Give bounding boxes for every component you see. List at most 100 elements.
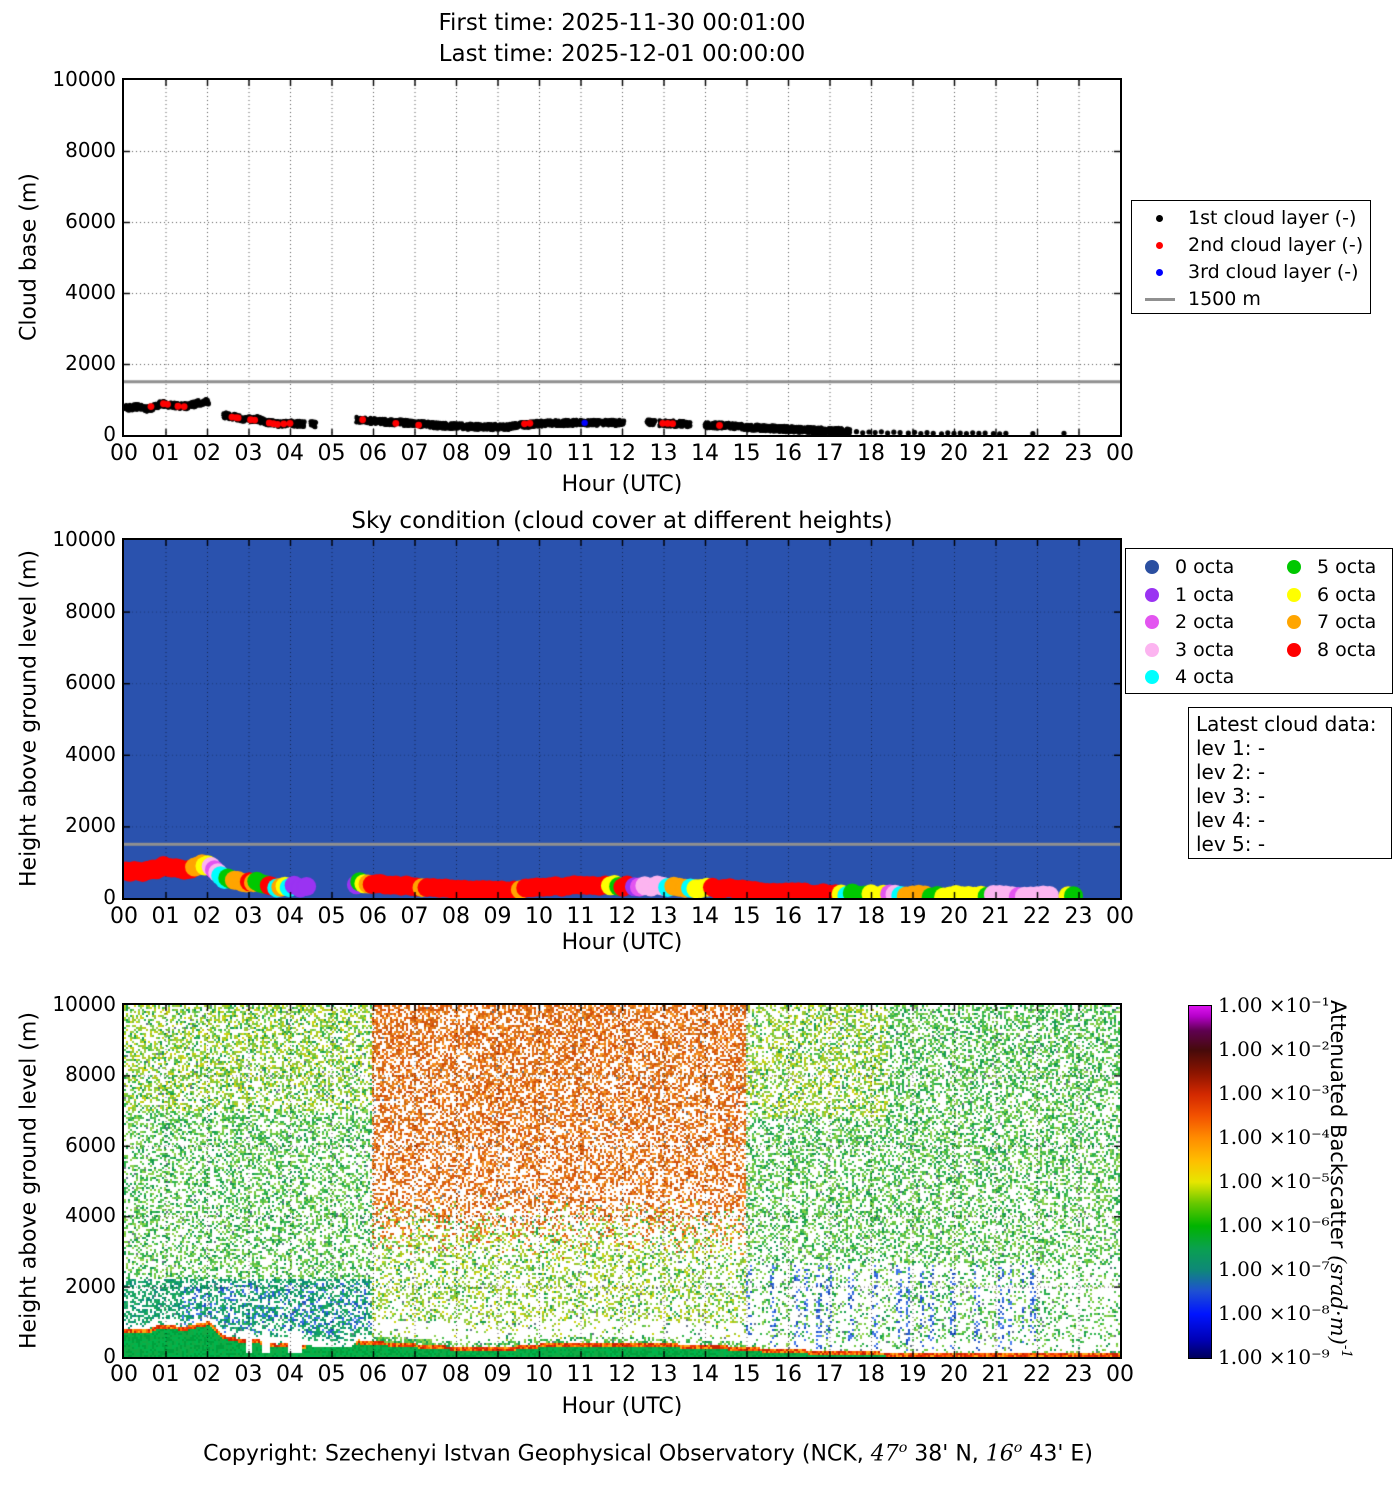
tick-label: 17: [815, 904, 844, 929]
tick-label: 07: [400, 1362, 429, 1387]
latest-cloud-data-lev1: lev 1: -: [1196, 736, 1266, 760]
tick-label: 20: [940, 904, 968, 929]
latest-cloud-data-title: Latest cloud data:: [1196, 712, 1377, 736]
copyright-longitude: 16: [985, 1441, 1014, 1467]
layer-dot-icon: [1156, 214, 1163, 222]
tick-label: 11: [566, 904, 595, 929]
tick-label: 13: [649, 1362, 678, 1387]
ceilometer-report-page: { "header": { "first_time": "First time:…: [0, 0, 1400, 1500]
tick-label: 8000: [65, 138, 116, 162]
tick-label: 21: [981, 441, 1010, 466]
octa-legend-item-8-octa: 8 octa: [1287, 638, 1376, 662]
tick-label: 4000: [65, 741, 116, 766]
tick-label: 00: [1106, 904, 1134, 929]
tick-label: 06: [359, 1362, 387, 1387]
octa-dot-icon: [1145, 642, 1159, 657]
octa-label: 3 octa: [1175, 638, 1235, 661]
tick-label: 19: [898, 441, 927, 466]
tick-label: 08: [442, 1362, 470, 1387]
colorbar-tick-label: 1.00 ×10⁻¹: [1218, 993, 1330, 1017]
tick-label: 00: [1106, 1362, 1134, 1387]
tick-label: 22: [1023, 441, 1051, 466]
copyright-latitude: 47: [870, 1441, 899, 1467]
copyright-longitude-rest: 43' E): [1022, 1441, 1093, 1467]
tick-label: 01: [151, 1362, 180, 1387]
figure-title-last-time: Last time: 2025-12-01 00:00:00: [438, 41, 806, 67]
tick-label: 14: [691, 1362, 719, 1387]
tick-label: 17: [815, 441, 844, 466]
plot1-xlabel: Hour (UTC): [561, 472, 683, 497]
plot2-ylabel: Height above ground level (m): [16, 550, 42, 888]
tick-label: 22: [1023, 1362, 1051, 1387]
tick-label: 2000: [65, 351, 116, 375]
copyright-text: Copyright: Szechenyi Istvan Geophysical …: [203, 1441, 871, 1467]
tick-label: 09: [483, 1362, 512, 1387]
tick-label: 19: [898, 904, 927, 929]
tick-label: 04: [276, 904, 304, 929]
tick-label: 10: [525, 1362, 553, 1387]
layer-dot-icon: [1156, 241, 1163, 249]
plot2-title: Sky condition (cloud cover at different …: [351, 508, 893, 534]
tick-label: 02: [193, 441, 221, 466]
tick-label: 09: [483, 904, 512, 929]
tick-label: 6000: [65, 670, 116, 695]
tick-label: 23: [1064, 904, 1093, 929]
tick-label: 4000: [65, 280, 116, 304]
tick-label: 17: [815, 1362, 844, 1387]
tick-label: 20: [940, 1362, 968, 1387]
backscatter-plot-canvas: [124, 1005, 1120, 1357]
tick-label: 10000: [52, 67, 116, 91]
plot3-xlabel: Hour (UTC): [561, 1394, 683, 1419]
plot2-xlabel: Hour (UTC): [561, 930, 683, 955]
tick-label: 10: [525, 441, 553, 466]
tick-label: 09: [483, 441, 512, 466]
octa-dot-icon: [1287, 615, 1301, 629]
tick-label: 04: [276, 1362, 304, 1387]
tick-label: 11: [566, 441, 595, 466]
tick-label: 18: [857, 1362, 885, 1387]
tick-label: 2000: [65, 1273, 116, 1298]
tick-label: 0: [103, 422, 116, 446]
tick-label: 10000: [52, 992, 116, 1016]
legend-item-label: 3rd cloud layer (-): [1188, 261, 1359, 283]
tick-label: 00: [1106, 441, 1134, 466]
plot1-ylabel: Cloud base (m): [16, 173, 42, 342]
tick-label: 15: [732, 904, 761, 929]
tick-label: 21: [981, 904, 1010, 929]
octa-dot-icon: [1145, 560, 1159, 574]
colorbar-axis-label: Attenuated Backscatter (srad·m)-1: [1326, 1000, 1354, 1375]
tick-label: 05: [317, 904, 346, 929]
octa-dot-icon: [1145, 587, 1159, 602]
legend-item-label: 2nd cloud layer (-): [1188, 234, 1364, 256]
tick-label: 15: [732, 1362, 761, 1387]
tick-label: 06: [359, 441, 387, 466]
tick-label: 6000: [65, 209, 116, 233]
tick-label: 22: [1023, 904, 1051, 929]
tick-label: 18: [857, 441, 885, 466]
refline-legend-swatch: [1145, 297, 1175, 301]
figure-title-first-time: First time: 2025-11-30 00:01:00: [438, 10, 806, 36]
tick-label: 01: [151, 904, 180, 929]
octa-dot-icon: [1287, 560, 1301, 574]
tick-label: 21: [981, 1362, 1010, 1387]
octa-label: 5 octa: [1317, 556, 1377, 578]
tick-label: 0: [103, 1344, 116, 1368]
tick-label: 07: [400, 904, 429, 929]
octa-label: 8 octa: [1317, 638, 1377, 661]
tick-label: 18: [857, 904, 885, 929]
tick-label: 05: [317, 441, 346, 466]
plot3-ylabel: Height above ground level (m): [16, 1012, 42, 1350]
tick-label: 4000: [65, 1203, 116, 1228]
octa-dot-icon: [1145, 615, 1159, 629]
octa-label: 7 octa: [1317, 611, 1377, 633]
octa-legend-item-5-octa: 5 octa: [1287, 555, 1376, 579]
octa-label: 1 octa: [1175, 583, 1235, 606]
tick-label: 2000: [65, 813, 116, 838]
tick-label: 03: [234, 1362, 263, 1387]
octa-legend-item-4-octa: 4 octa: [1145, 665, 1234, 689]
colorbar-tick-label: 1.00 ×10⁻⁹: [1218, 1345, 1330, 1369]
octa-label: 6 octa: [1317, 583, 1377, 606]
tick-label: 13: [649, 904, 678, 929]
tick-label: 02: [193, 904, 221, 929]
legend-item-label: 1st cloud layer (-): [1188, 207, 1357, 229]
